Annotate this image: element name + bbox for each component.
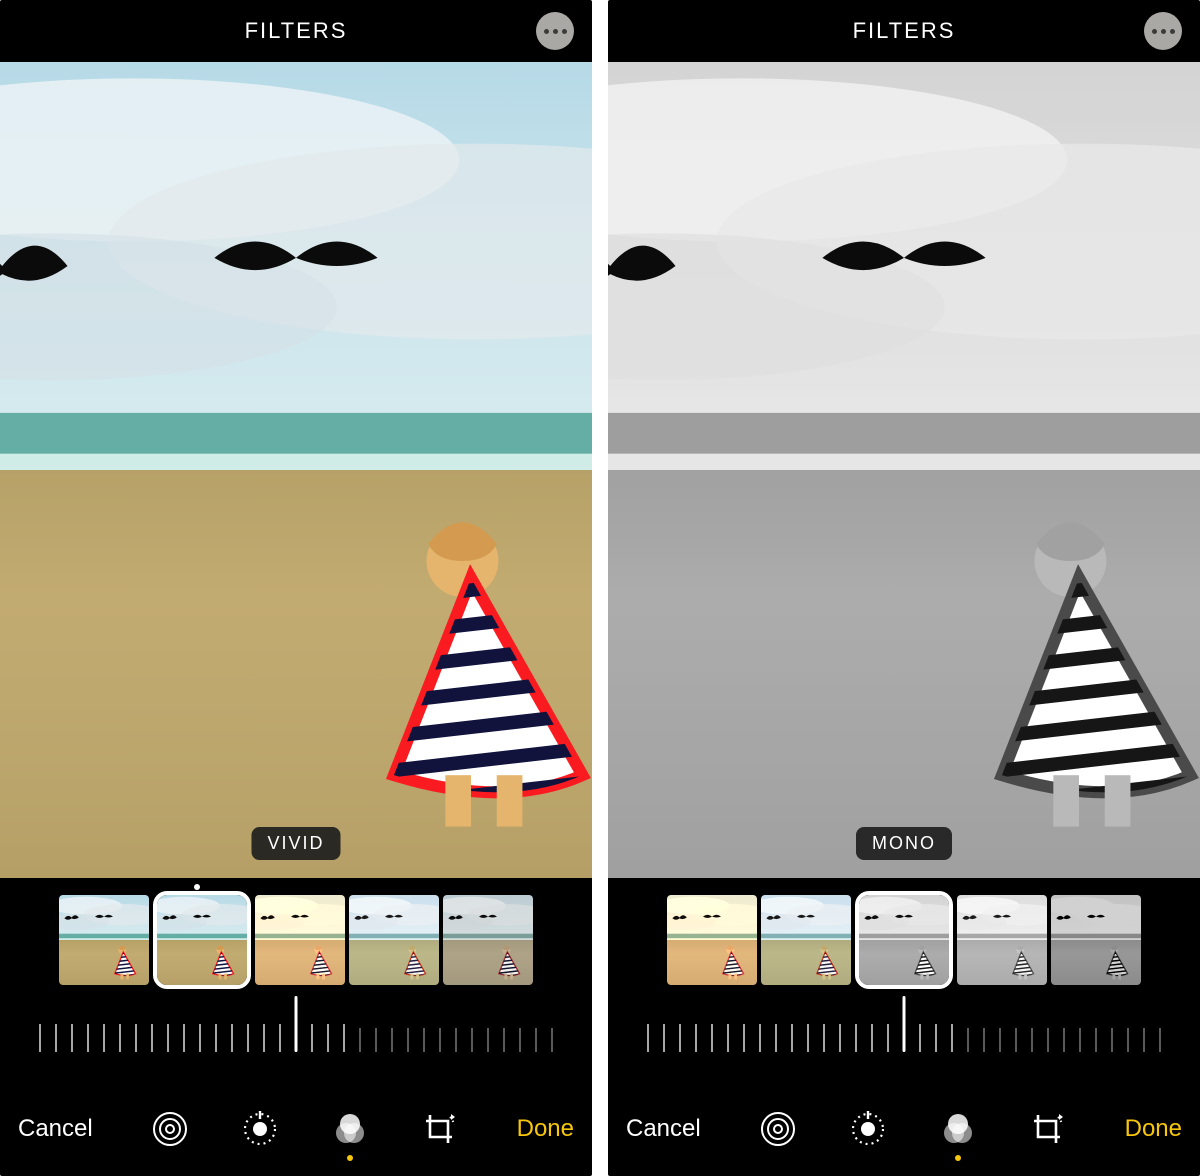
tool-adjust[interactable] (238, 1107, 282, 1151)
filter-thumb-silvertone[interactable] (957, 895, 1047, 985)
photo-preview[interactable]: MONO (608, 62, 1200, 878)
intensity-slider[interactable] (608, 996, 1200, 1082)
crop-rotate-icon (1028, 1109, 1068, 1149)
tool-filters[interactable] (328, 1107, 372, 1151)
active-tool-indicator (347, 1155, 353, 1161)
filter-thumb-dramatic-cool[interactable] (761, 895, 851, 985)
tool-crop[interactable] (1026, 1107, 1070, 1151)
filter-thumb-dramatic[interactable] (443, 895, 533, 985)
bottom-toolbar: Cancel Done (0, 1082, 592, 1176)
done-button[interactable]: Done (1125, 1115, 1182, 1143)
ellipsis-icon (542, 29, 569, 34)
tool-adjust[interactable] (846, 1107, 890, 1151)
photo-editor-screen: FILTERS VIVID Cancel (0, 0, 592, 1176)
photo-editor-screen: FILTERS MONO Cancel (608, 0, 1200, 1176)
selected-filter-badge: VIVID (251, 827, 340, 860)
slider-handle[interactable] (295, 996, 298, 1052)
top-bar: FILTERS (608, 0, 1200, 62)
cancel-button[interactable]: Cancel (18, 1115, 93, 1143)
filter-thumb-original[interactable] (59, 895, 149, 985)
filter-strip (0, 878, 592, 996)
tool-filters[interactable] (936, 1107, 980, 1151)
filter-thumb-vivid[interactable] (153, 891, 251, 989)
done-button[interactable]: Done (517, 1115, 574, 1143)
screen-title: FILTERS (853, 18, 956, 44)
filter-thumb-dramatic-warm[interactable] (667, 895, 757, 985)
filter-thumb-vivid-cool[interactable] (349, 895, 439, 985)
side-by-side-screenshots: FILTERS VIVID Cancel (0, 0, 1200, 1176)
filter-thumbnails[interactable] (608, 894, 1200, 986)
tool-live[interactable] (756, 1107, 800, 1151)
intensity-slider[interactable] (0, 996, 592, 1082)
filter-thumb-noir[interactable] (1051, 895, 1141, 985)
screen-title: FILTERS (245, 18, 348, 44)
concentric-icon (758, 1109, 798, 1149)
cancel-button[interactable]: Cancel (626, 1115, 701, 1143)
photo-preview[interactable]: VIVID (0, 62, 592, 878)
selected-filter-badge: MONO (856, 827, 952, 860)
concentric-icon (150, 1109, 190, 1149)
top-bar: FILTERS (0, 0, 592, 62)
adjust-dial-icon (240, 1109, 280, 1149)
more-button[interactable] (1144, 12, 1182, 50)
filter-thumbnails[interactable] (0, 894, 592, 986)
more-button[interactable] (536, 12, 574, 50)
filter-thumb-vivid-warm[interactable] (255, 895, 345, 985)
original-indicator-dot (194, 884, 200, 890)
edit-tools (93, 1107, 517, 1151)
edit-tools (701, 1107, 1125, 1151)
crop-rotate-icon (420, 1109, 460, 1149)
tool-live[interactable] (148, 1107, 192, 1151)
three-circles-icon (330, 1109, 370, 1149)
filter-thumb-mono[interactable] (855, 891, 953, 989)
bottom-toolbar: Cancel Done (608, 1082, 1200, 1176)
ellipsis-icon (1150, 29, 1177, 34)
adjust-dial-icon (848, 1109, 888, 1149)
three-circles-icon (938, 1109, 978, 1149)
active-tool-indicator (955, 1155, 961, 1161)
filter-strip (608, 878, 1200, 996)
tool-crop[interactable] (418, 1107, 462, 1151)
slider-handle[interactable] (903, 996, 906, 1052)
